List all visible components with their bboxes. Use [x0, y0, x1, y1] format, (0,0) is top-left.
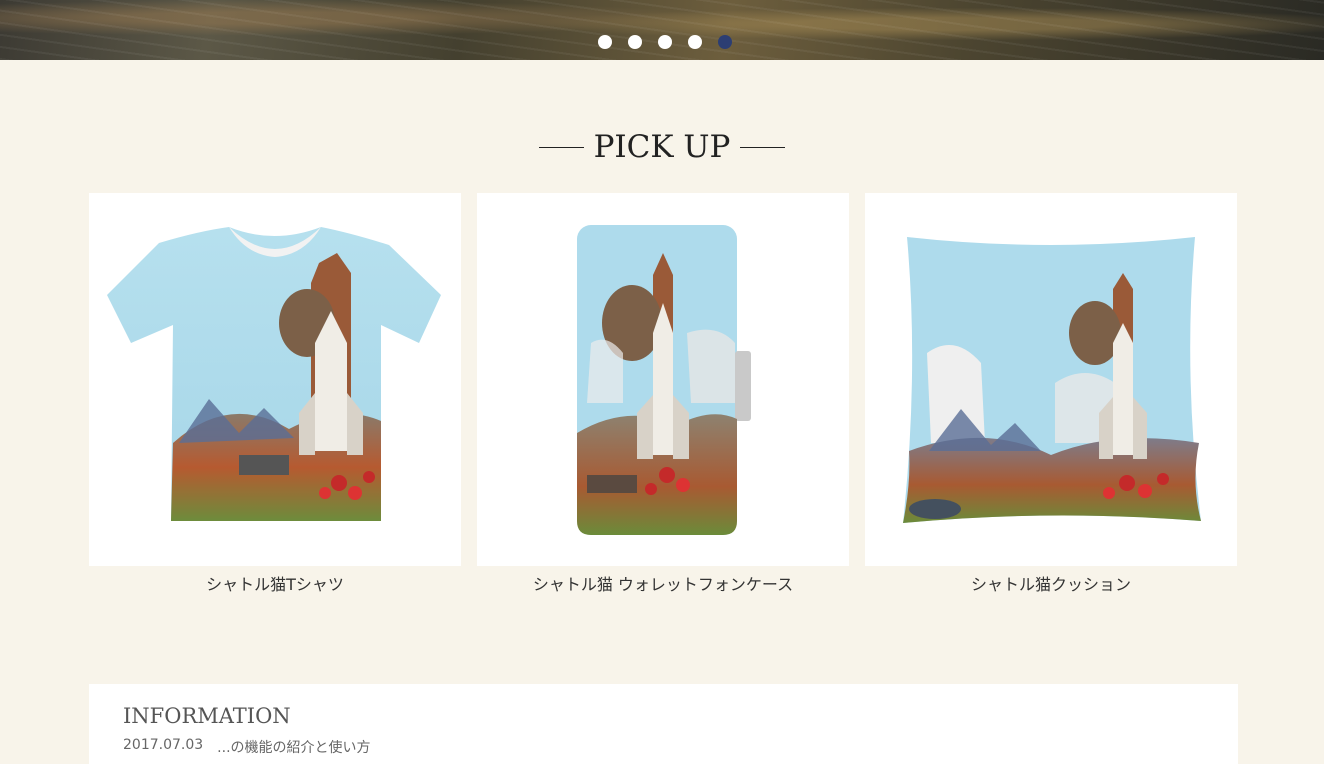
phone-case-image	[577, 225, 751, 535]
hero-slideshow[interactable]	[0, 0, 1324, 60]
information-title: INFORMATION	[123, 704, 291, 728]
news-date: 2017.07.03	[123, 737, 204, 753]
news-text[interactable]: ...の機能の紹介と使い方	[217, 737, 370, 757]
slide-dot-4[interactable]	[688, 35, 702, 49]
slideshow-dots	[598, 35, 732, 49]
pickup-title: PICK UP	[593, 129, 731, 165]
product-card-phone-case[interactable]: シャトル猫 ウォレットフォンケース	[477, 193, 849, 595]
pickup-heading: PICK UP	[0, 127, 1324, 167]
heading-line-left	[538, 146, 584, 148]
product-image-cushion[interactable]	[865, 193, 1237, 566]
product-name-cushion[interactable]: シャトル猫クッション	[865, 575, 1237, 595]
heading-line-right	[740, 146, 786, 148]
tshirt-image	[107, 227, 441, 521]
pickup-product-grid: シャトル猫Tシャツ シャトル猫 ウォレットフォンケース シャトル猫クッション	[89, 193, 1238, 595]
product-image-phone-case[interactable]	[477, 193, 849, 566]
slide-dot-3[interactable]	[658, 35, 672, 49]
product-card-cushion[interactable]: シャトル猫クッション	[865, 193, 1237, 595]
product-name-phone-case[interactable]: シャトル猫 ウォレットフォンケース	[477, 575, 849, 595]
product-name-tshirt[interactable]: シャトル猫Tシャツ	[89, 575, 461, 595]
slide-dot-2[interactable]	[628, 35, 642, 49]
slide-dot-5[interactable]	[718, 35, 732, 49]
cushion-image	[903, 237, 1201, 523]
information-news-item[interactable]: 2017.07.03 ...の機能の紹介と使い方	[123, 737, 371, 757]
slide-dot-1[interactable]	[598, 35, 612, 49]
product-image-tshirt[interactable]	[89, 193, 461, 566]
information-panel: INFORMATION 2017.07.03 ...の機能の紹介と使い方	[89, 684, 1238, 764]
product-card-tshirt[interactable]: シャトル猫Tシャツ	[89, 193, 461, 595]
